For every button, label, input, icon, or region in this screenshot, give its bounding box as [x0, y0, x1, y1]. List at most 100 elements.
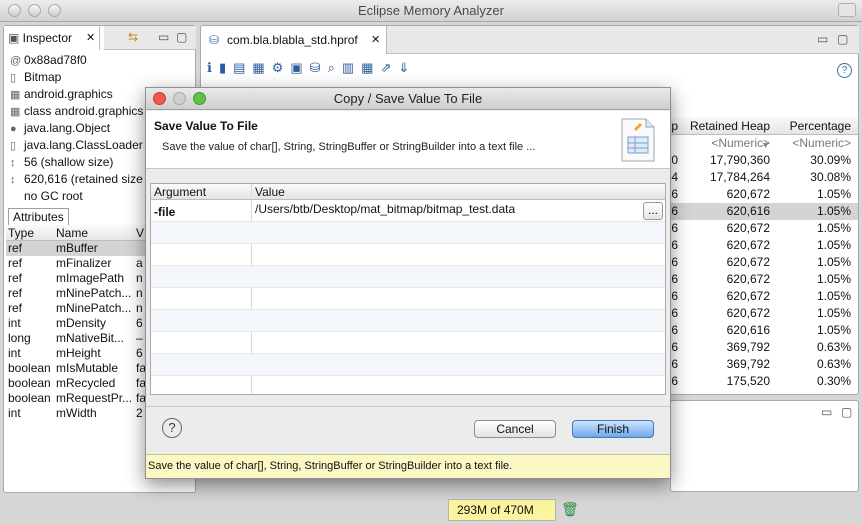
info-icon[interactable]: ℹ	[207, 60, 219, 75]
search-icon[interactable]: ⌕	[328, 60, 342, 75]
table-row[interactable]: 6 620,672 1.05%	[670, 220, 858, 237]
cell-pct: 30.09%	[810, 153, 851, 167]
settings-icon[interactable]: ⚙	[272, 60, 291, 75]
help-icon[interactable]: ?	[837, 63, 852, 78]
group-icon[interactable]: ▥	[342, 60, 361, 75]
table-row[interactable]: 0 17,790,360 30.09%	[670, 152, 858, 169]
attr-name: mWidth	[56, 406, 97, 420]
dialog-minimize-button[interactable]	[173, 92, 186, 105]
close-icon[interactable]: ✕	[86, 31, 95, 44]
minimize-icon[interactable]: ▭	[821, 405, 832, 419]
table-row[interactable]: 6 620,616 1.05%	[670, 322, 858, 339]
dominator-tree-icon[interactable]: ▤	[233, 60, 252, 75]
window-minimize-button[interactable]	[28, 4, 41, 17]
cell-pct: 1.05%	[816, 238, 851, 252]
cell-lead: 6	[671, 340, 678, 354]
maximize-icon[interactable]: ▢	[841, 405, 852, 419]
toolbar-toggle-button[interactable]	[838, 3, 856, 17]
filter-row[interactable]: <Numeric> <Numeric>	[670, 135, 858, 152]
table-row[interactable]: 6 175,520 0.30%	[670, 373, 858, 390]
finish-button[interactable]: Finish	[572, 420, 654, 438]
histogram-icon[interactable]: ▮	[219, 60, 233, 75]
query-browser-icon[interactable]: ▣	[290, 60, 309, 75]
trash-icon[interactable]: 🗑	[561, 501, 579, 518]
cell-lead: 6	[671, 272, 678, 286]
table-row	[151, 222, 665, 244]
histogram-table: p Retained Heap ▼ Percentage <Numeric> <…	[670, 117, 858, 390]
table-row	[151, 244, 665, 266]
retained-filter[interactable]: <Numeric>	[678, 135, 773, 152]
cell-lead: 6	[671, 238, 678, 252]
document-chart-icon	[621, 118, 655, 162]
inspector-tab[interactable]: ▣ Inspector ✕	[4, 26, 100, 50]
browse-button[interactable]: ...	[643, 202, 663, 220]
oql-icon[interactable]: ▦	[252, 60, 271, 75]
cell-retained: 369,792	[726, 357, 770, 371]
percentage-filter[interactable]: <Numeric>	[773, 135, 853, 152]
cell-pct: 1.05%	[816, 187, 851, 201]
header-argument[interactable]: Argument	[154, 184, 206, 200]
table-row[interactable]: 6 620,672 1.05%	[670, 288, 858, 305]
header-retained-heap[interactable]: Retained Heap ▼	[678, 117, 773, 150]
window-close-button[interactable]	[8, 4, 21, 17]
window-title: Eclipse Memory Analyzer	[358, 3, 504, 18]
calculator-icon[interactable]: ▦	[361, 60, 380, 75]
cell-retained: 620,672	[726, 255, 770, 269]
file-path-value[interactable]: /Users/btb/Desktop/mat_bitmap/bitmap_tes…	[255, 202, 515, 216]
table-row[interactable]: 6 620,672 1.05%	[670, 254, 858, 271]
table-row[interactable]: 4 17,784,264 30.08%	[670, 169, 858, 186]
minimize-icon[interactable]: ▭	[817, 32, 828, 46]
attr-type: boolean	[8, 391, 51, 405]
table-row[interactable]: 6 620,616 1.05%	[670, 203, 858, 220]
sync-icon[interactable]: ⇆	[128, 30, 138, 44]
cell-lead: 0	[671, 153, 678, 167]
attr-name: mBuffer	[56, 241, 98, 255]
attributes-tab[interactable]: Attributes	[8, 208, 69, 225]
cell-lead: 6	[671, 255, 678, 269]
table-row	[151, 288, 665, 310]
minimize-icon[interactable]: ▭	[158, 30, 169, 44]
cell-retained: 620,672	[726, 238, 770, 252]
inspector-item[interactable]: @0x88ad78f0	[10, 52, 196, 69]
cell-pct: 1.05%	[816, 323, 851, 337]
size-icon: ↕	[10, 174, 16, 186]
cell-pct: 1.05%	[816, 221, 851, 235]
table-row[interactable]: 6 369,792 0.63%	[670, 339, 858, 356]
maximize-icon[interactable]: ▢	[837, 32, 848, 46]
maximize-icon[interactable]: ▢	[176, 30, 187, 44]
editor-toolbar: ℹ▮▤▦⚙▣⛁⌕▥▦⇗⇓	[207, 60, 416, 82]
export-icon[interactable]: ⇗	[380, 60, 398, 75]
cell-retained: 17,790,360	[709, 153, 770, 167]
heap-dump-overview-icon[interactable]: ⛁	[310, 60, 328, 75]
dialog-status-message: Save the value of char[], String, String…	[146, 454, 670, 478]
dialog-zoom-button[interactable]	[193, 92, 206, 105]
inspector-item[interactable]: ▯ Bitmap	[10, 69, 196, 86]
close-icon[interactable]: ✕	[371, 33, 380, 46]
attr-type: long	[8, 331, 31, 345]
cell-pct: 0.63%	[816, 340, 851, 354]
inspector-item-label: 620,616 (retained size	[24, 172, 143, 186]
attr-name: mRecycled	[56, 376, 116, 390]
header-name[interactable]: Name	[56, 225, 136, 240]
help-icon[interactable]: ?	[162, 418, 182, 438]
table-row[interactable]: 6 620,672 1.05%	[670, 305, 858, 322]
attr-type: int	[8, 406, 21, 420]
heap-dump-tab[interactable]: ⛁ com.bla.blabla_std.hprof ✕	[201, 26, 387, 54]
header-type[interactable]: Type	[6, 225, 56, 240]
argument-row-file[interactable]: -file /Users/btb/Desktop/mat_bitmap/bitm…	[151, 200, 665, 222]
cell-retained: 175,520	[726, 374, 770, 388]
dialog-close-button[interactable]	[153, 92, 166, 105]
header-value[interactable]: Value	[255, 184, 285, 200]
window-zoom-button[interactable]	[48, 4, 61, 17]
header-percentage[interactable]: Percentage	[773, 117, 853, 134]
table-row[interactable]: 6 369,792 0.63%	[670, 356, 858, 373]
class-icon: ●	[10, 123, 17, 135]
pin-icon[interactable]: ⇓	[398, 60, 416, 75]
cell-pct: 0.63%	[816, 357, 851, 371]
table-row[interactable]: 6 620,672 1.05%	[670, 271, 858, 288]
table-row[interactable]: 6 620,672 1.05%	[670, 186, 858, 203]
cell-pct: 1.05%	[816, 272, 851, 286]
header-shallow-heap[interactable]: p	[670, 117, 678, 134]
cancel-button[interactable]: Cancel	[474, 420, 556, 438]
table-row[interactable]: 6 620,672 1.05%	[670, 237, 858, 254]
